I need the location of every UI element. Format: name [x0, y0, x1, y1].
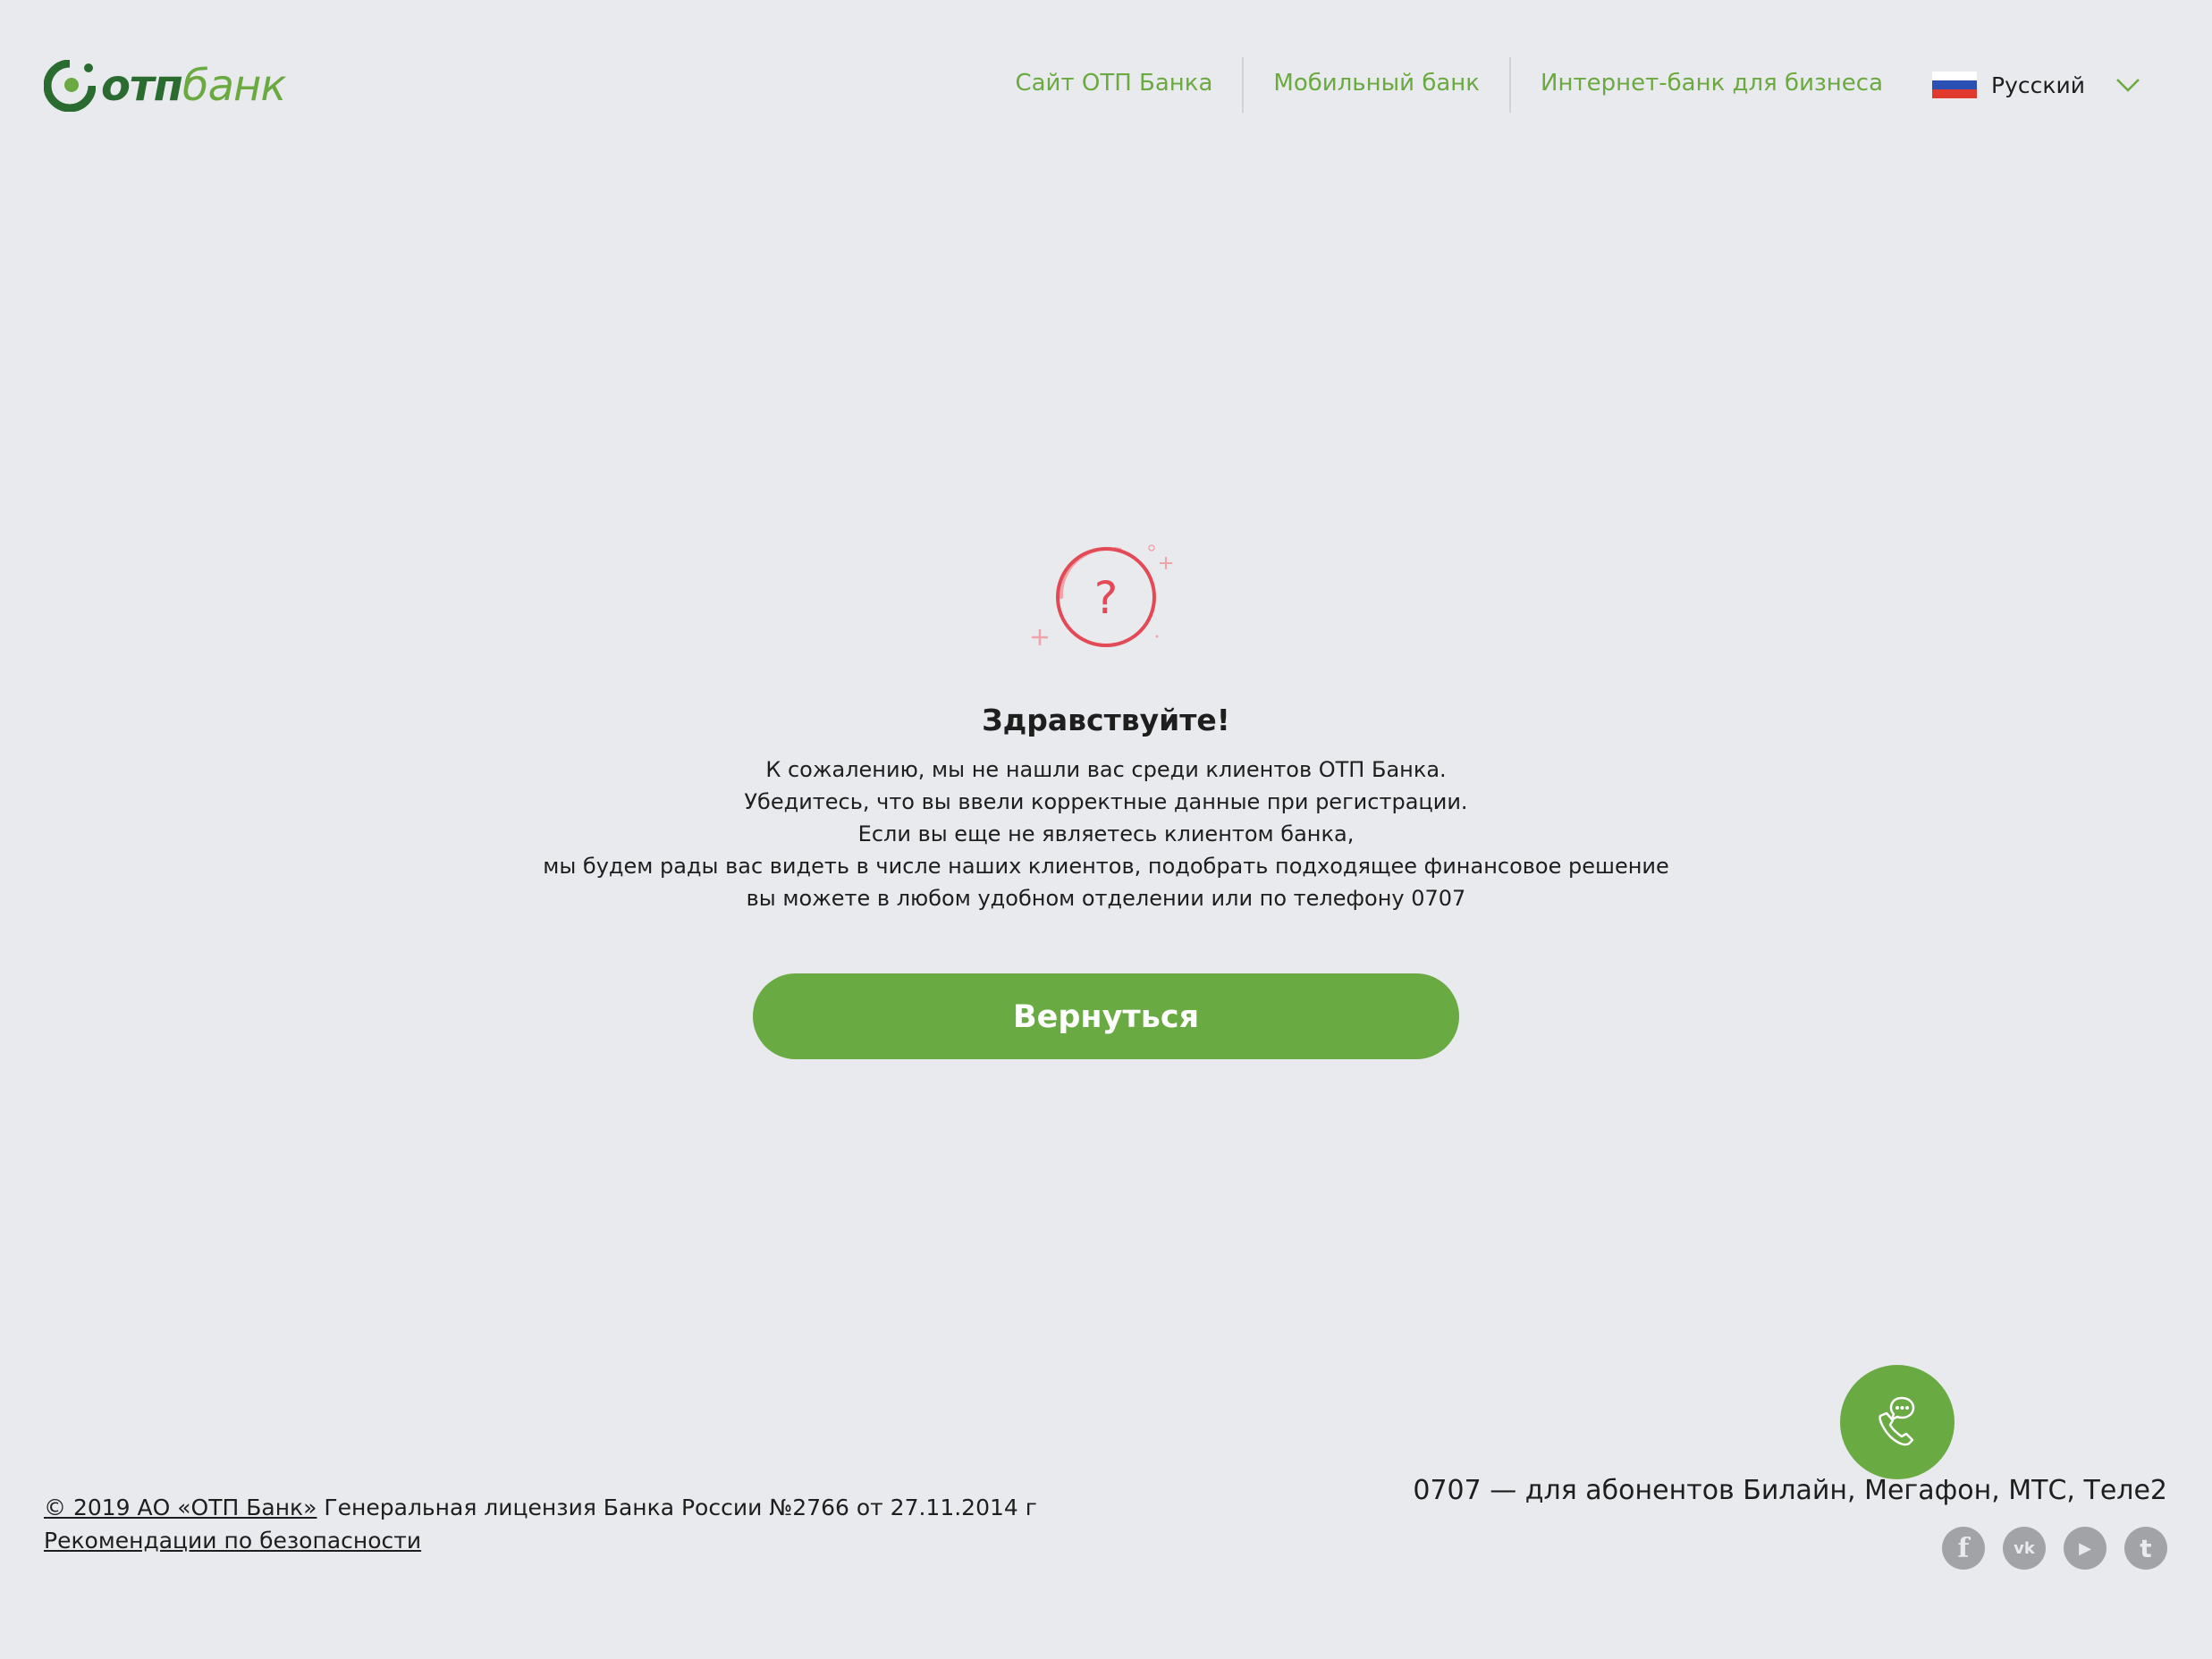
vk-icon[interactable]: vk [2003, 1527, 2046, 1570]
header: отпбанк Сайт ОТП Банка Мобильный банк Ин… [0, 0, 2212, 170]
message-line: Если вы еще не являетесь клиентом банка, [857, 821, 1355, 846]
question-circle-icon: ? [1032, 544, 1172, 647]
nav-link-mobile-bank[interactable]: Мобильный банк [1244, 57, 1509, 113]
footer-phone-info: 0707 — для абонентов Билайн, Мегафон, МТ… [1413, 1475, 2167, 1506]
nav-link-business-bank[interactable]: Интернет-банк для бизнеса [1511, 57, 1912, 113]
message-line: мы будем рады вас видеть в числе наших к… [543, 854, 1669, 879]
phone-chat-icon [1879, 1396, 1915, 1446]
otp-logo-icon [44, 60, 96, 112]
security-recommendations-link[interactable]: Рекомендации по безопасности [44, 1528, 421, 1554]
otp-bank-logo[interactable]: отпбанк [44, 59, 286, 113]
page-title: Здравствуйте! [982, 703, 1230, 737]
youtube-icon[interactable]: ▶ [2064, 1527, 2106, 1570]
svg-text:?: ? [1094, 572, 1119, 624]
language-selector[interactable]: Русский [1932, 72, 2140, 98]
facebook-icon[interactable]: f [1942, 1527, 1985, 1570]
logo-wordmark: отпбанк [101, 61, 286, 111]
message-line: вы можете в любом удобном отделении или … [746, 886, 1466, 911]
twitter-icon[interactable]: t [2124, 1527, 2167, 1570]
logo-bank-text: банк [182, 61, 286, 111]
message-line: К сожалению, мы не нашли вас среди клиен… [765, 757, 1447, 782]
social-links: f vk ▶ t [1942, 1527, 2167, 1570]
language-label: Русский [1991, 72, 2085, 98]
back-button[interactable]: Вернуться [753, 973, 1459, 1059]
nav-link-otp-site[interactable]: Сайт ОТП Банка [985, 57, 1242, 113]
license-text: Генеральная лицензия Банка России №2766 … [317, 1495, 1037, 1520]
logo-otp-text: отп [101, 61, 183, 111]
chevron-down-icon [2116, 79, 2140, 92]
footer-copyright-line: © 2019 АО «ОТП Банк» Генеральная лицензи… [44, 1491, 1037, 1524]
top-nav: Сайт ОТП Банка Мобильный банк Интернет-б… [985, 57, 2212, 113]
main-content: ? Здравствуйте! К сожалению, мы не нашли… [0, 527, 2212, 1059]
phone-chat-button[interactable] [1840, 1365, 1954, 1479]
copyright-link[interactable]: © 2019 АО «ОТП Банк» [44, 1495, 317, 1520]
message-line: Убедитесь, что вы ввели корректные данны… [744, 789, 1468, 814]
russia-flag-icon [1932, 72, 1978, 98]
not-found-message: К сожалению, мы не нашли вас среди клиен… [0, 754, 2212, 914]
footer-legal: © 2019 АО «ОТП Банк» Генеральная лицензи… [44, 1491, 1037, 1557]
